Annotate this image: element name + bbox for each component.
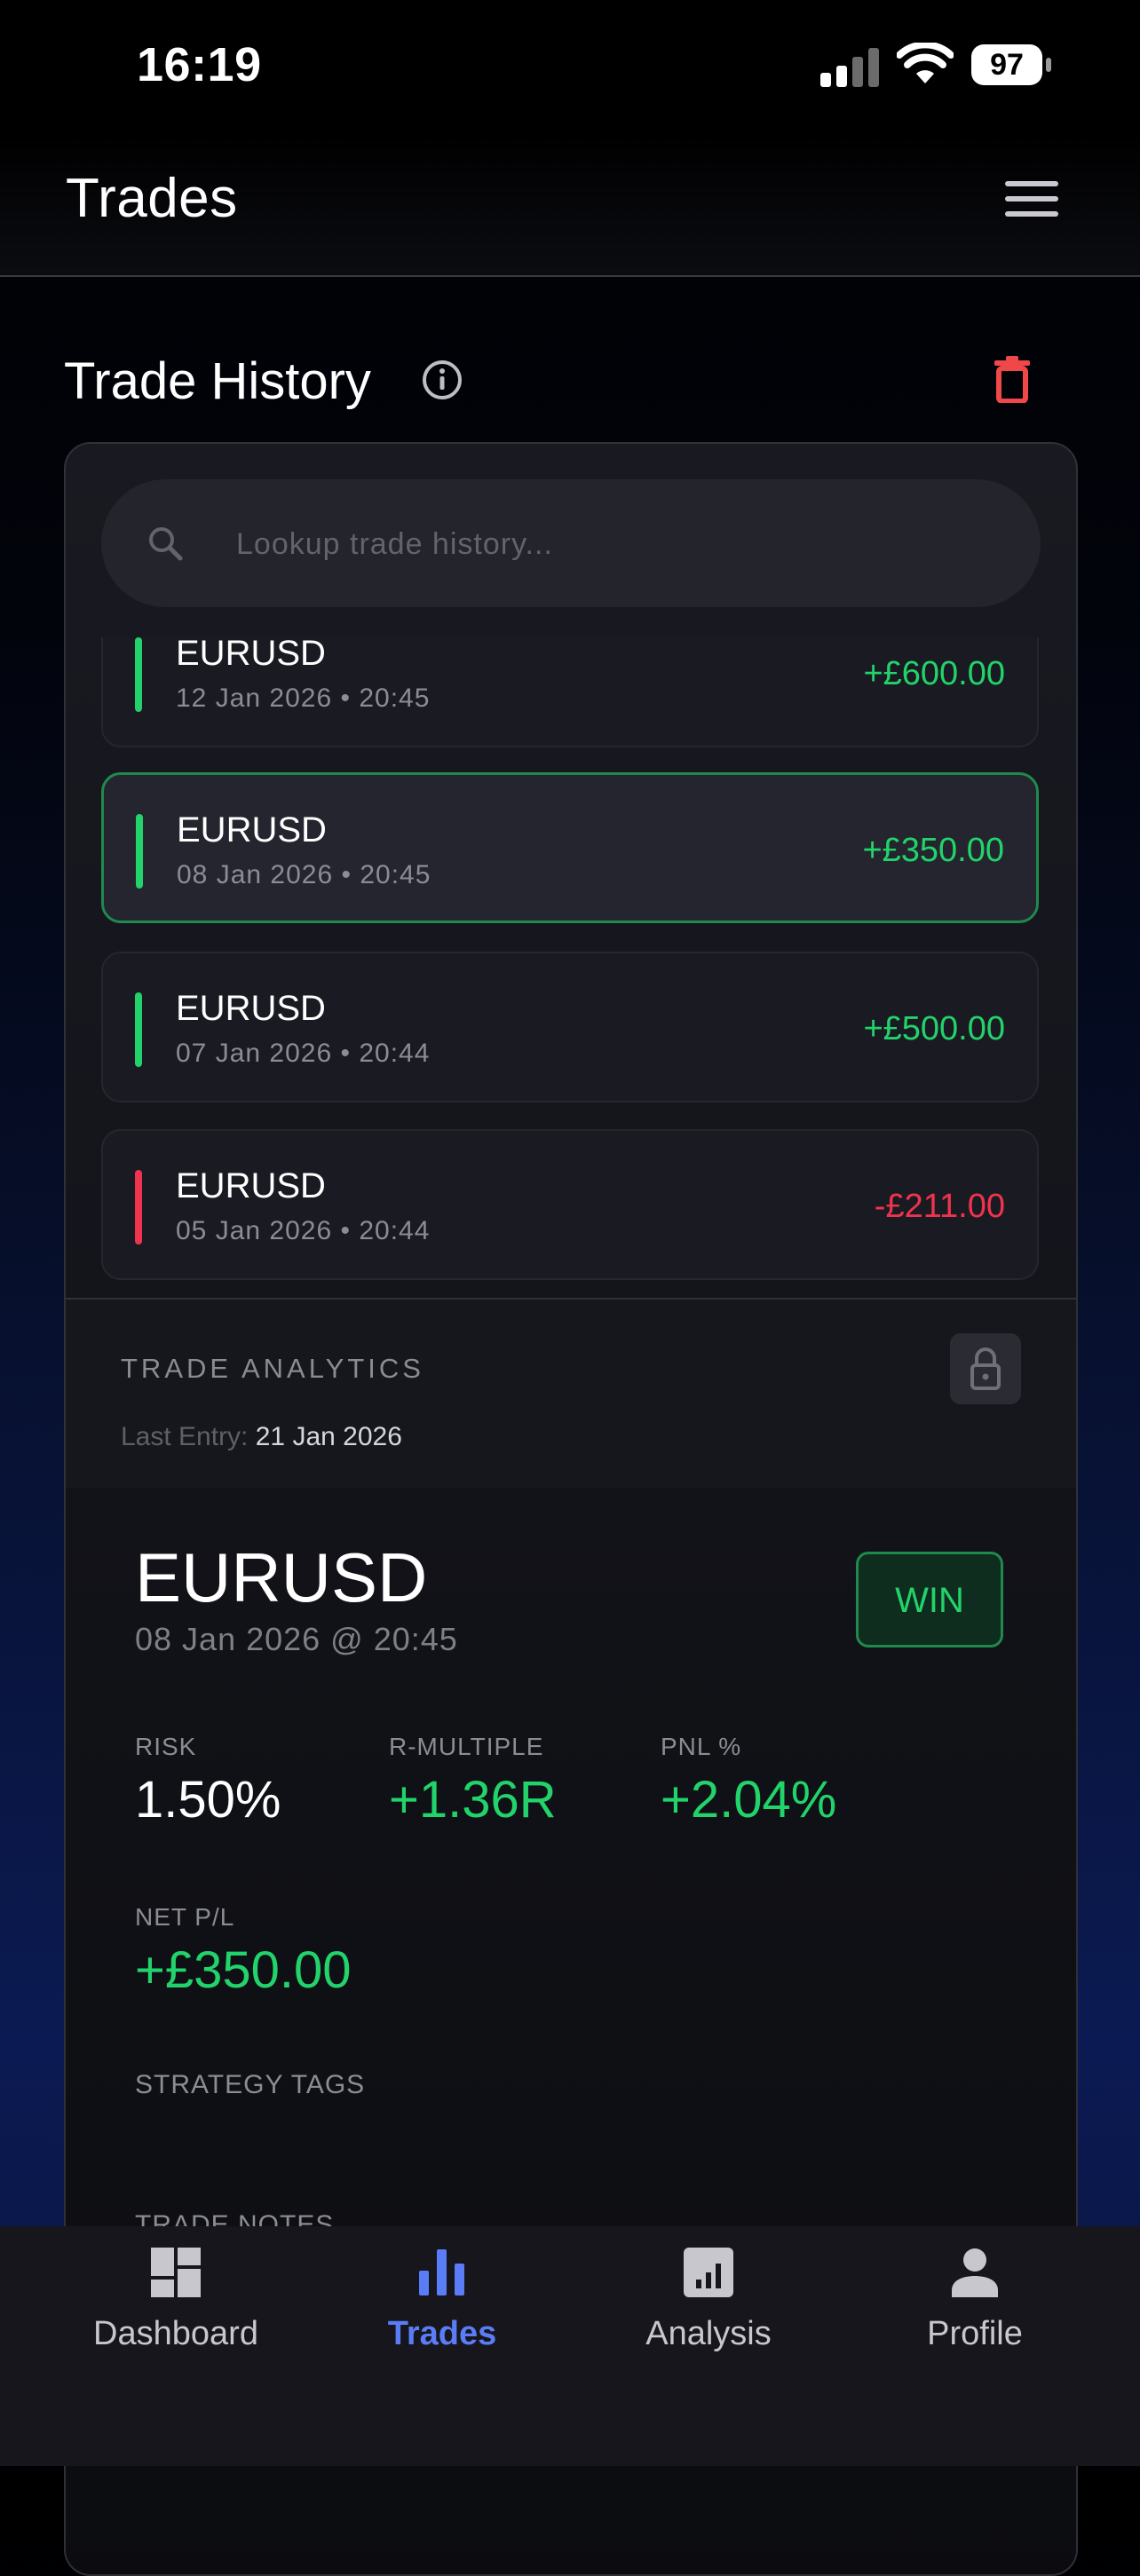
risk-label: RISK	[135, 1733, 197, 1760]
trade-pnl: +£500.00	[863, 1010, 1005, 1047]
trade-list[interactable]: EURUSD 12 Jan 2026 • 20:45 +£600.00 EURU…	[66, 637, 1076, 1298]
lock-icon	[970, 1347, 1001, 1390]
net-pl-value: +£350.00	[135, 1941, 352, 1999]
trade-date: 12 Jan 2026 • 20:45	[176, 684, 431, 713]
analysis-icon	[684, 2248, 733, 2297]
trade-row[interactable]: EURUSD 12 Jan 2026 • 20:45 +£600.00	[101, 637, 1039, 747]
search-bar[interactable]	[101, 479, 1041, 607]
result-indicator	[135, 637, 142, 712]
trade-date: 05 Jan 2026 • 20:44	[176, 1216, 431, 1245]
pnl-percent-value: +2.04%	[661, 1771, 837, 1829]
cellular-signal-icon	[820, 48, 879, 87]
tab-profile[interactable]: Profile	[842, 2226, 1108, 2404]
result-indicator	[135, 1170, 142, 1245]
trade-date: 07 Jan 2026 • 20:44	[176, 1039, 431, 1068]
r-multiple-value: +1.36R	[389, 1771, 557, 1829]
tab-label: Trades	[387, 2315, 497, 2352]
trade-symbol: EURUSD	[176, 637, 326, 673]
trade-symbol: EURUSD	[176, 989, 326, 1028]
wifi-icon	[897, 43, 954, 83]
tab-dashboard[interactable]: Dashboard	[43, 2226, 309, 2404]
net-pl-label: NET P/L	[135, 1903, 235, 1931]
tab-label: Profile	[927, 2315, 1023, 2352]
trade-analytics-header: TRADE ANALYTICS Last Entry: 21 Jan 2026	[66, 1298, 1076, 1489]
trade-pnl: -£211.00	[874, 1188, 1005, 1225]
pnl-percent-label: PNL %	[661, 1733, 742, 1760]
bar-chart-icon	[419, 2249, 464, 2295]
status-time: 16:19	[137, 38, 262, 91]
trade-row[interactable]: EURUSD 07 Jan 2026 • 20:44 +£500.00	[101, 952, 1039, 1102]
lock-button[interactable]	[950, 1333, 1021, 1404]
tab-label: Analysis	[645, 2315, 772, 2352]
bottom-tab-bar: Dashboard Trades Analysis Profile	[0, 2226, 1140, 2466]
dashboard-icon	[151, 2248, 201, 2297]
result-indicator	[136, 814, 143, 889]
r-multiple-label: R-MULTIPLE	[389, 1733, 544, 1760]
person-icon	[952, 2248, 998, 2297]
detail-date: 08 Jan 2026 @ 20:45	[135, 1621, 458, 1657]
trade-symbol: EURUSD	[177, 810, 327, 849]
analytics-heading: TRADE ANALYTICS	[121, 1353, 424, 1384]
hamburger-menu-icon[interactable]	[1005, 181, 1058, 224]
tab-label: Dashboard	[93, 2315, 258, 2352]
status-bar: 16:19 97	[0, 0, 1140, 133]
risk-value: 1.50%	[135, 1771, 281, 1829]
tab-analysis[interactable]: Analysis	[575, 2226, 842, 2404]
section-title: Trade History	[64, 352, 371, 410]
detail-symbol: EURUSD	[135, 1538, 428, 1616]
strategy-tags-label: STRATEGY TAGS	[135, 2070, 366, 2099]
last-entry-label: Last Entry:	[121, 1422, 249, 1451]
trade-pnl: +£600.00	[863, 655, 1005, 692]
trade-pnl: +£350.00	[862, 832, 1004, 869]
search-input[interactable]	[234, 511, 1001, 577]
battery-icon: 97	[971, 44, 1051, 85]
result-indicator	[135, 992, 142, 1067]
trade-symbol: EURUSD	[176, 1166, 326, 1205]
last-entry: Last Entry: 21 Jan 2026	[121, 1422, 402, 1452]
trade-row[interactable]: EURUSD 05 Jan 2026 • 20:44 -£211.00	[101, 1129, 1039, 1280]
info-icon[interactable]	[421, 359, 463, 401]
page-title: Trades	[66, 168, 238, 229]
battery-level: 97	[971, 44, 1042, 85]
trade-date: 08 Jan 2026 • 20:45	[177, 860, 431, 889]
last-entry-value: 21 Jan 2026	[255, 1422, 402, 1451]
tab-trades[interactable]: Trades	[309, 2226, 575, 2404]
top-bar: Trades	[0, 133, 1140, 277]
trade-row-selected[interactable]: EURUSD 08 Jan 2026 • 20:45 +£350.00	[101, 772, 1039, 923]
trash-icon[interactable]	[991, 355, 1033, 403]
win-badge: WIN	[856, 1552, 1003, 1648]
search-icon	[149, 527, 183, 561]
